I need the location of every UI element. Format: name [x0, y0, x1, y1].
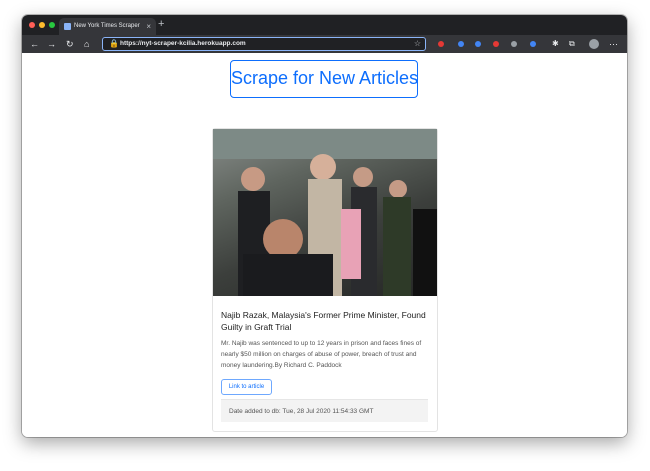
address-bar[interactable]: 🔒 https://nyt-scraper-kcilia.herokuapp.c…	[102, 37, 426, 51]
reload-icon[interactable]: ↻	[66, 38, 74, 50]
link-to-article-button[interactable]: Link to article	[221, 379, 272, 395]
forward-icon[interactable]: →	[47, 38, 56, 50]
url-text: https://nyt-scraper-kcilia.herokuapp.com	[120, 40, 246, 47]
scrape-button[interactable]: Scrape for New Articles	[230, 60, 418, 98]
extension-icon[interactable]	[438, 41, 444, 47]
tab-title: New York Times Scraper	[74, 23, 140, 29]
date-added-footer: Date added to db: Tue, 28 Jul 2020 11:54…	[221, 399, 428, 422]
title-bar: New York Times Scraper × +	[22, 15, 627, 35]
extension-icon[interactable]	[475, 41, 481, 47]
browser-tab[interactable]: New York Times Scraper ×	[59, 18, 156, 35]
collections-icon[interactable]: ⧉	[569, 38, 575, 50]
maximize-window-button[interactable]	[49, 22, 55, 28]
extension-icon[interactable]	[458, 41, 464, 47]
close-window-button[interactable]	[29, 22, 35, 28]
browser-toolbar: ← → ↻ ⌂ 🔒 https://nyt-scraper-kcilia.her…	[22, 35, 627, 53]
page-viewport: Scrape for New Articles Najib Razak, Mal…	[22, 53, 627, 437]
browser-window: New York Times Scraper × + ← → ↻ ⌂ 🔒 htt…	[22, 15, 627, 437]
home-icon[interactable]: ⌂	[84, 38, 89, 50]
favicon-icon	[64, 23, 71, 30]
article-image	[213, 129, 437, 296]
article-headline: Najib Razak, Malaysia's Former Prime Min…	[221, 310, 426, 332]
new-tab-button[interactable]: +	[158, 18, 164, 30]
back-icon[interactable]: ←	[30, 38, 39, 50]
extension-icon[interactable]	[511, 41, 517, 47]
star-icon[interactable]: ☆	[414, 39, 421, 48]
extensions-puzzle-icon[interactable]: ✱	[552, 38, 559, 50]
article-card: Najib Razak, Malaysia's Former Prime Min…	[212, 128, 438, 432]
more-icon[interactable]: ⋯	[609, 38, 618, 50]
extension-icon[interactable]	[493, 41, 499, 47]
extension-icon[interactable]	[530, 41, 536, 47]
minimize-window-button[interactable]	[39, 22, 45, 28]
article-summary: Mr. Najib was sentenced to up to 12 year…	[221, 340, 422, 369]
profile-avatar[interactable]	[589, 39, 599, 49]
lock-icon: 🔒	[109, 39, 119, 48]
tab-close-icon[interactable]: ×	[146, 22, 151, 31]
